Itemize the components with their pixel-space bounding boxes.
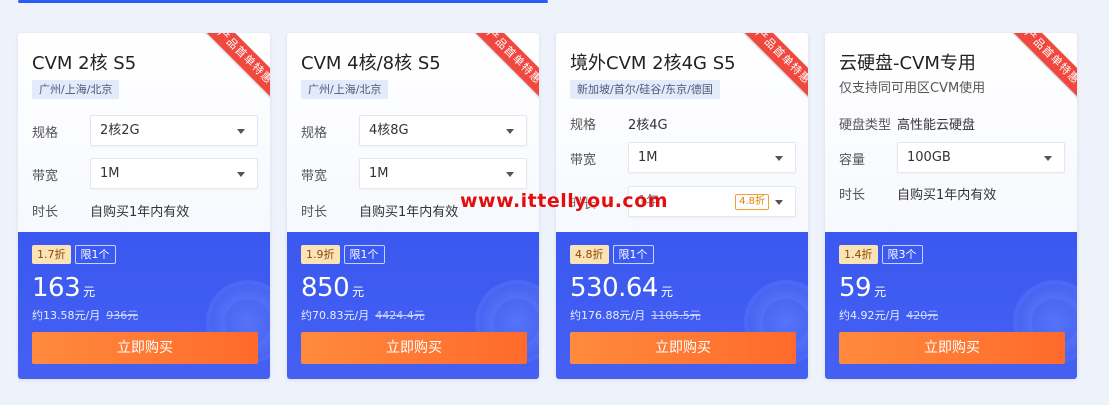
duration-value: 自购买1年内有效 [90,205,190,220]
price-unit: 元 [874,285,887,299]
chevron-down-icon [775,156,783,161]
spec-select[interactable]: 4核8G [359,115,527,146]
region-tag: 新加坡/首尔/硅谷/东京/德国 [570,80,720,99]
select-discount-badge: 4.8折 [735,194,769,210]
discount-badge: 4.8折 [570,245,609,264]
buy-button[interactable]: 立即购买 [839,332,1065,364]
original-price: 936元 [106,309,139,322]
promo-ribbon: 产品首单特惠 [736,33,808,105]
discount-badge: 1.4折 [839,245,878,264]
active-tab-indicator [18,0,548,3]
price-unit: 元 [660,285,673,299]
original-price: 4424.4元 [375,309,425,322]
promo-ribbon: 产品首单特惠 [1005,33,1077,105]
bandwidth-label: 带宽 [32,169,59,184]
spec-label: 规格 [32,126,59,141]
price-panel: 1.4折 限3个 59 元 约4.92元/月 420元 立即购买 [825,232,1077,379]
price: 850 元 [301,273,364,303]
duration-label: 时长 [839,188,866,203]
price-value: 163 [32,273,81,303]
promo-ribbon-text: 产品首单特惠 [468,33,539,103]
duration-label: 时长 [301,205,328,220]
card-title: 境外CVM 2核4G S5 [570,53,736,74]
promo-ribbon-text: 产品首单特惠 [737,33,808,103]
region-tag: 广州/上海/北京 [301,80,389,99]
buy-button[interactable]: 立即购买 [32,332,258,364]
bandwidth-select-value: 1M [100,166,120,181]
bandwidth-label: 带宽 [570,153,597,168]
card-title: CVM 2核 S5 [32,53,137,74]
spec-select-value: 4核8G [369,123,409,138]
monthly-price: 约176.88元/月 [570,309,646,322]
price: 530.64 元 [570,273,673,303]
price-panel: 4.8折 限1个 530.64 元 约176.88元/月 1105.5元 立即购买 [556,232,808,379]
product-card-cvm-2c-s5: 产品首单特惠 CVM 2核 S5 广州/上海/北京 规格 2核2G 带宽 1M … [18,33,270,379]
limit-badge: 限1个 [343,245,385,264]
bandwidth-label: 带宽 [301,169,328,184]
product-card-cloud-disk: 产品首单特惠 云硬盘-CVM专用 仅支持同可用区CVM使用 硬盘类型 高性能云硬… [825,33,1077,379]
discount-badge: 1.9折 [301,245,340,264]
price-value: 59 [839,273,872,303]
price-unit: 元 [352,285,365,299]
limit-badge: 限1个 [74,245,116,264]
monthly-price: 约4.92元/月 [839,309,901,322]
buy-button[interactable]: 立即购买 [570,332,796,364]
duration-value: 自购买1年内有效 [897,188,997,203]
card-subtitle: 仅支持同可用区CVM使用 [839,81,986,96]
promo-ribbon: 产品首单特惠 [467,33,539,105]
duration-value: 自购买1年内有效 [359,205,459,220]
region-tag: 广州/上海/北京 [32,80,120,99]
price-unit: 元 [83,285,96,299]
chevron-down-icon [237,129,245,134]
chevron-down-icon [237,172,245,177]
watermark-text: www.ittellyou.com [460,190,669,212]
promo-ribbon-text: 产品首单特惠 [1006,33,1077,103]
price-value: 850 [301,273,350,303]
price-value: 530.64 [570,273,658,303]
chevron-down-icon [1044,156,1052,161]
card-title: CVM 4核/8核 S5 [301,53,441,74]
capacity-label: 容量 [839,153,866,168]
original-price: 420元 [906,309,939,322]
price-panel: 1.7折 限1个 163 元 约13.58元/月 936元 立即购买 [18,232,270,379]
spec-select-value: 2核2G [100,123,140,138]
buy-button[interactable]: 立即购买 [301,332,527,364]
capacity-select[interactable]: 100GB [897,142,1065,173]
duration-label: 时长 [32,205,59,220]
spec-select[interactable]: 2核2G [90,115,258,146]
monthly-price: 约13.58元/月 [32,309,101,322]
monthly-price: 约70.83元/月 [301,309,370,322]
spec-value: 2核4G [628,118,668,133]
spec-label: 规格 [570,118,597,133]
bandwidth-select-value: 1M [638,150,658,165]
promo-ribbon: 产品首单特惠 [198,33,270,105]
disk-type-value: 高性能云硬盘 [897,118,976,133]
chevron-down-icon [775,200,783,205]
bandwidth-select[interactable]: 1M [359,158,527,189]
promo-ribbon-text: 产品首单特惠 [199,33,270,103]
discount-badge: 1.7折 [32,245,71,264]
bandwidth-select[interactable]: 1M [90,158,258,189]
original-price: 1105.5元 [651,309,701,322]
bandwidth-select[interactable]: 1M [628,142,796,173]
price: 59 元 [839,273,886,303]
disk-type-label: 硬盘类型 [839,118,892,133]
chevron-down-icon [506,129,514,134]
price: 163 元 [32,273,95,303]
capacity-select-value: 100GB [907,150,951,165]
bandwidth-select-value: 1M [369,166,389,181]
limit-badge: 限3个 [881,245,923,264]
price-panel: 1.9折 限1个 850 元 约70.83元/月 4424.4元 立即购买 [287,232,539,379]
spec-label: 规格 [301,126,328,141]
chevron-down-icon [506,172,514,177]
limit-badge: 限1个 [612,245,654,264]
card-title: 云硬盘-CVM专用 [839,53,976,74]
